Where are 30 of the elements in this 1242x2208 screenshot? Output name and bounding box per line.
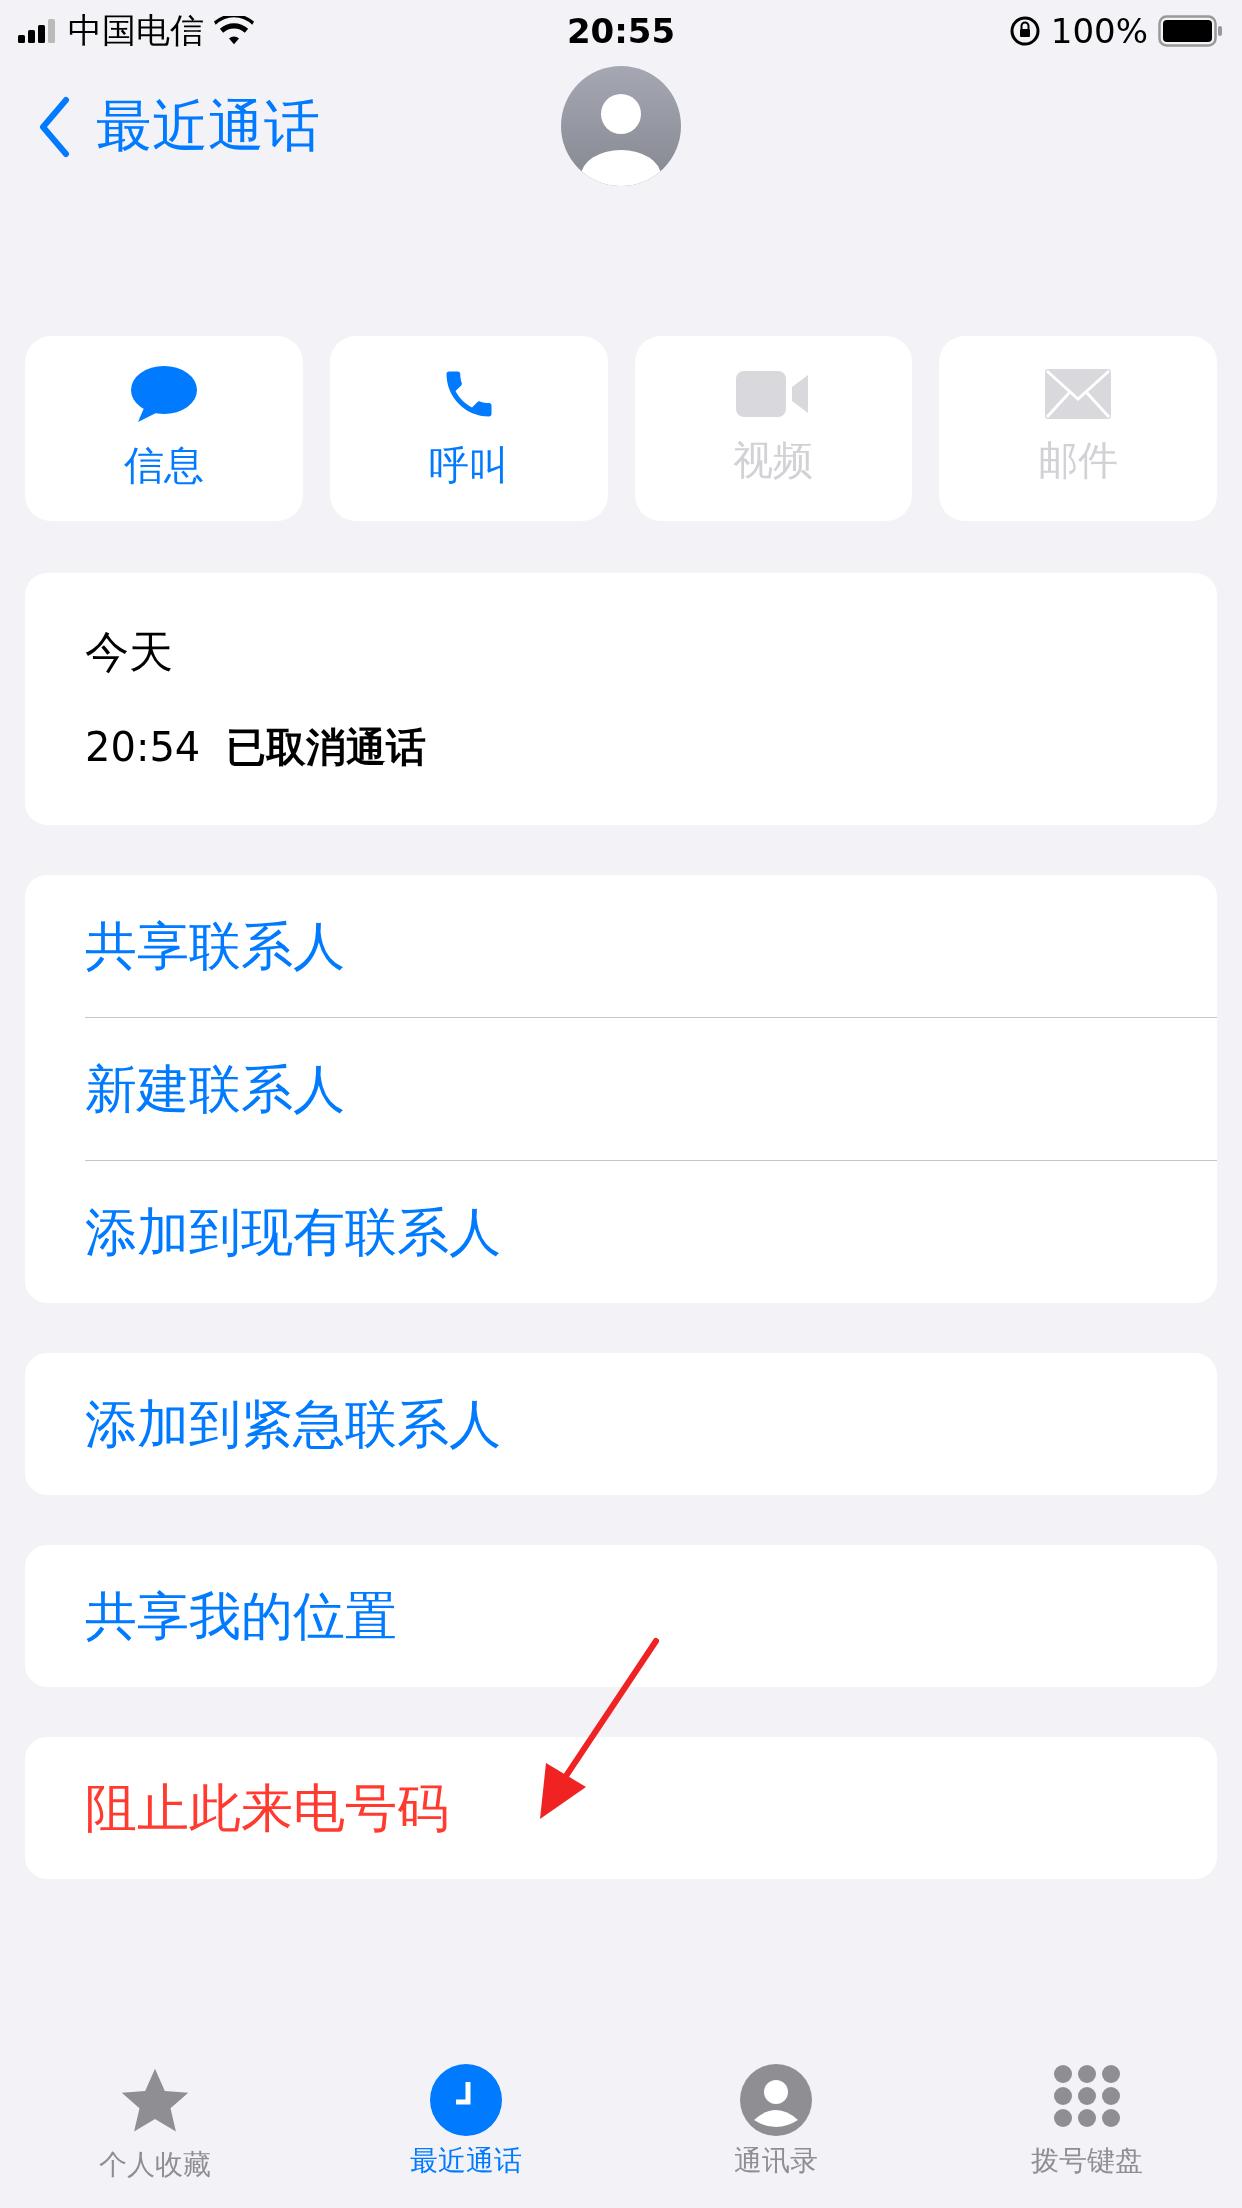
speech-bubble-icon bbox=[129, 364, 198, 424]
call-time: 20:54 bbox=[85, 724, 201, 770]
back-button[interactable]: 最近通话 bbox=[38, 89, 320, 165]
wifi-icon bbox=[214, 16, 254, 46]
call-status: 已取消通话 bbox=[226, 723, 427, 772]
signal-icon bbox=[18, 19, 58, 43]
option-row[interactable]: 新建联系人 bbox=[85, 1017, 1217, 1160]
clock-icon bbox=[429, 2064, 502, 2136]
call-button[interactable]: 呼叫 bbox=[329, 336, 608, 521]
video-camera-icon bbox=[736, 369, 811, 419]
carrier-name: 中国电信 bbox=[68, 9, 204, 52]
option-row[interactable]: 共享联系人 bbox=[85, 875, 1217, 1017]
tab-bar-item[interactable]: 通讯录 bbox=[621, 2058, 932, 2208]
tab-bar-item[interactable]: 最近通话 bbox=[310, 2058, 621, 2208]
tab-bar-item[interactable]: 拨号键盘 bbox=[931, 2058, 1242, 2208]
status-time: 20:55 bbox=[566, 11, 676, 51]
option-row[interactable]: 添加到紧急联系人 bbox=[85, 1353, 1217, 1495]
battery-percent: 100% bbox=[1050, 11, 1148, 51]
message-button[interactable]: 信息 bbox=[25, 336, 303, 521]
tab-bar-item[interactable]: 个人收藏 bbox=[0, 2058, 311, 2208]
option-row[interactable]: 阻止此来电号码 bbox=[85, 1737, 1217, 1879]
chevron-left-icon bbox=[38, 96, 70, 158]
person-circle-icon bbox=[740, 2064, 813, 2136]
envelope-icon bbox=[1045, 369, 1112, 419]
battery-icon bbox=[1158, 15, 1224, 47]
call-day: 今天 bbox=[85, 623, 1157, 682]
option-row[interactable]: 共享我的位置 bbox=[85, 1545, 1217, 1687]
option-row[interactable]: 添加到现有联系人 bbox=[85, 1160, 1217, 1303]
avatar-icon bbox=[561, 66, 681, 186]
rotation-lock-icon bbox=[1008, 15, 1041, 47]
